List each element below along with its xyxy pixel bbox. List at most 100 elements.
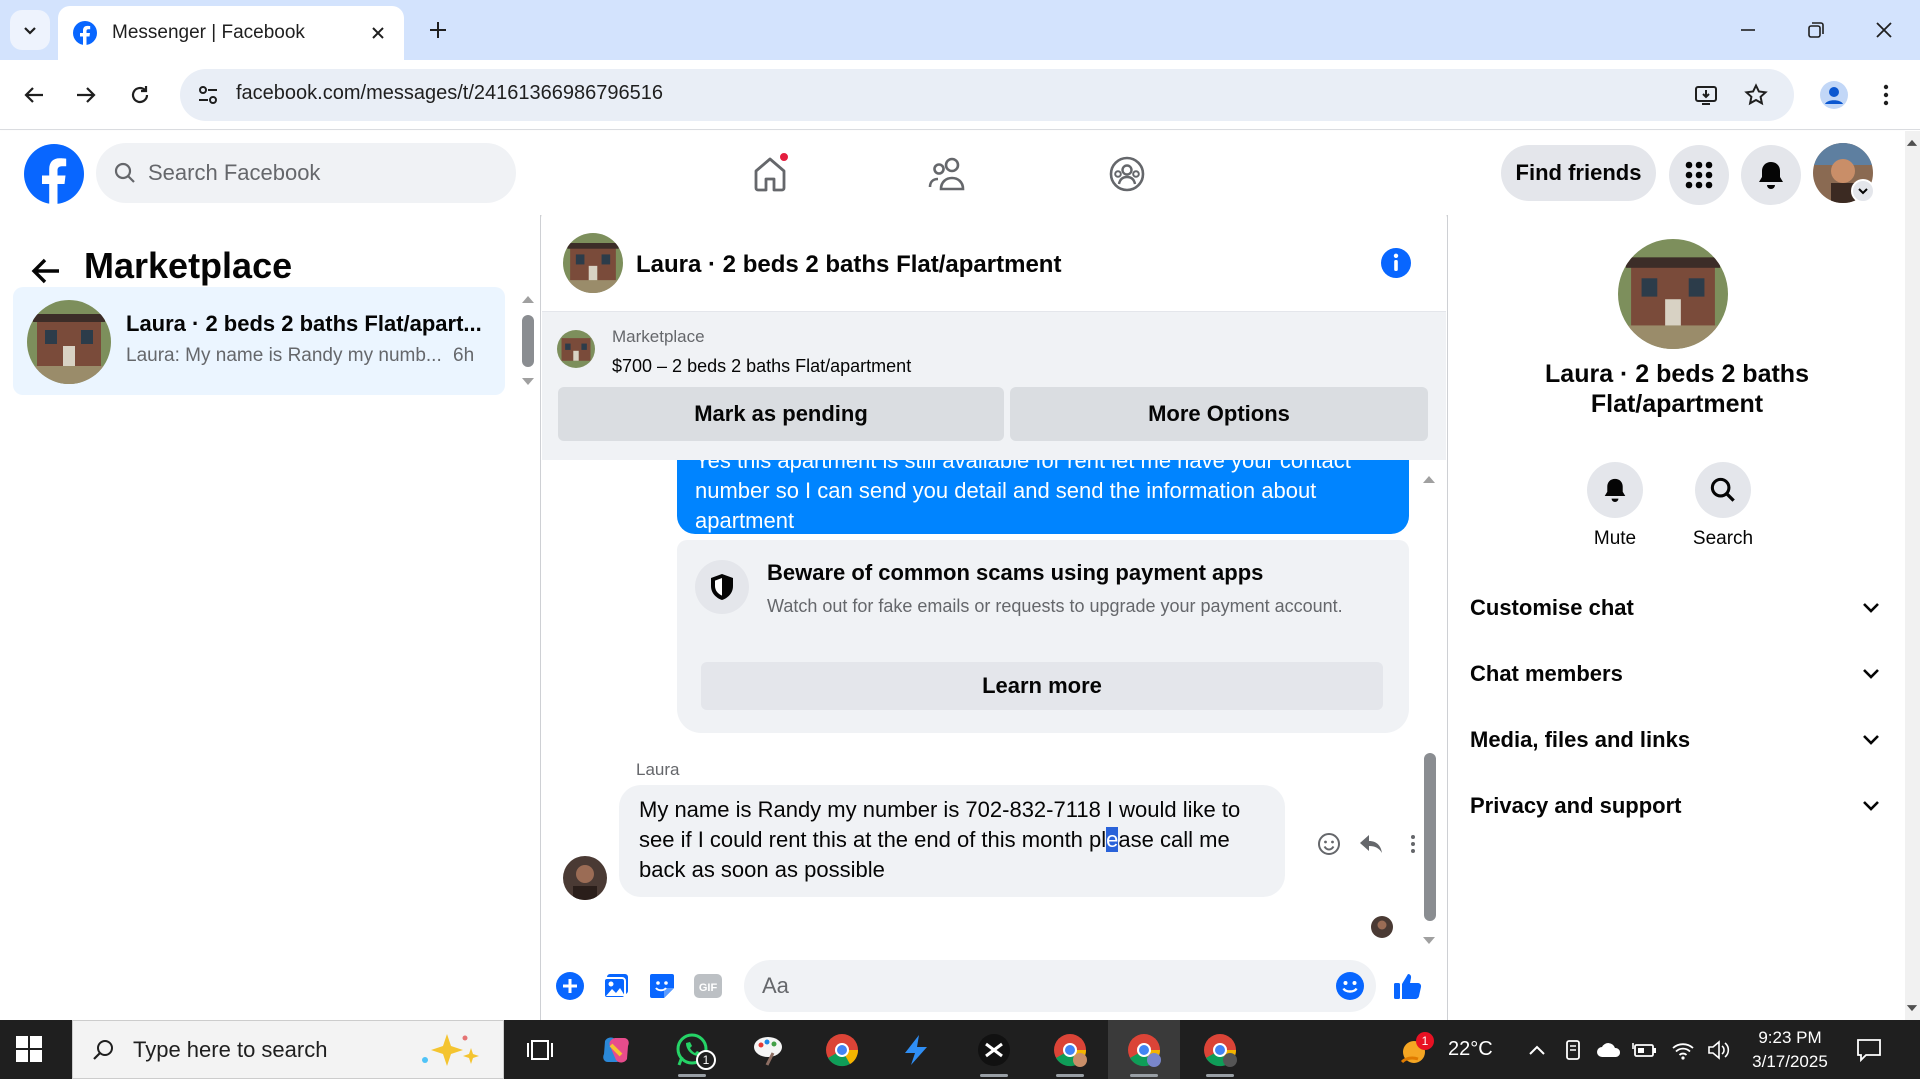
close-tab-icon[interactable]	[366, 21, 390, 45]
minimize-button[interactable]	[1720, 10, 1776, 50]
groups-icon	[1109, 156, 1145, 192]
page-scroll-down-arrow-icon[interactable]	[1906, 1004, 1918, 1013]
reply-button[interactable]	[1355, 828, 1387, 860]
details-avatar[interactable]	[1618, 239, 1728, 349]
more-vertical-icon	[1411, 835, 1415, 853]
chat-title[interactable]: Laura · 2 beds 2 baths Flat/apartment	[636, 251, 1061, 279]
emoji-icon[interactable]	[1332, 968, 1368, 1004]
account-caret-icon[interactable]	[1851, 179, 1875, 203]
facebook-logo-icon[interactable]	[23, 143, 85, 205]
more-options-button[interactable]: More Options	[1010, 387, 1428, 441]
like-thumbs-up-icon[interactable]	[1390, 968, 1426, 1004]
taskbar-chrome-profile-3[interactable]	[1184, 1020, 1256, 1079]
install-app-icon[interactable]	[1690, 79, 1722, 111]
notification-center-icon[interactable]	[1856, 1037, 1882, 1063]
profile-icon	[1820, 81, 1848, 109]
device-icon[interactable]	[1560, 1037, 1586, 1063]
chevron-down-icon	[1863, 735, 1879, 745]
gif-icon[interactable]: GIF	[690, 968, 726, 1004]
browser-menu-button[interactable]	[1866, 75, 1906, 115]
section-label: Chat members	[1470, 661, 1623, 686]
privacy-support-section[interactable]: Privacy and support	[1470, 786, 1880, 826]
react-button[interactable]	[1313, 828, 1345, 860]
windows-start-icon[interactable]	[14, 1034, 44, 1064]
site-info-icon[interactable]	[192, 79, 224, 111]
close-window-button[interactable]	[1856, 10, 1912, 50]
menu-button[interactable]	[1669, 145, 1729, 205]
task-view-icon	[527, 1039, 553, 1060]
taskbar-chrome[interactable]	[806, 1020, 878, 1079]
sidebar-scrollbar[interactable]	[522, 315, 534, 367]
back-button[interactable]	[14, 75, 54, 115]
listing-title[interactable]: $700 – 2 beds 2 baths Flat/apartment	[612, 356, 911, 377]
customise-chat-section[interactable]: Customise chat	[1470, 588, 1880, 628]
selected-text: e	[1106, 827, 1119, 852]
taskbar-search-box[interactable]: Type here to search	[72, 1020, 504, 1079]
onedrive-cloud-icon[interactable]	[1596, 1037, 1622, 1063]
attach-image-icon[interactable]	[598, 968, 634, 1004]
reload-button[interactable]	[120, 75, 160, 115]
facebook-search-input[interactable]: Search Facebook	[96, 143, 516, 203]
back-arrow-icon[interactable]	[28, 253, 64, 289]
weather-widget[interactable]: 1 22°C	[1396, 1020, 1493, 1079]
message-input[interactable]: Aa	[744, 960, 1376, 1012]
mute-button[interactable]: Mute	[1570, 462, 1660, 550]
taskbar-capcut[interactable]	[958, 1020, 1030, 1079]
task-view-button[interactable]	[504, 1020, 576, 1079]
chat-scrollbar[interactable]	[1424, 753, 1436, 921]
marketplace-sidebar: Marketplace Laura · 2 beds 2 baths Flat/…	[0, 215, 541, 1020]
tab-search-button[interactable]	[10, 10, 50, 50]
search-label: Search	[1692, 528, 1754, 549]
show-hidden-icons-chevron-up-icon[interactable]	[1524, 1037, 1550, 1063]
bookmark-star-icon[interactable]	[1740, 79, 1772, 111]
nav-home[interactable]	[740, 147, 800, 201]
address-bar[interactable]: facebook.com/messages/t/2416136698679651…	[180, 69, 1794, 121]
volume-icon[interactable]	[1706, 1037, 1732, 1063]
taskbar-chrome-profile-1[interactable]	[1034, 1020, 1106, 1079]
read-receipt-avatar	[1371, 916, 1393, 938]
learn-more-button[interactable]: Learn more	[701, 662, 1383, 710]
scroll-up-arrow-icon[interactable]	[521, 294, 535, 304]
search-in-chat-button[interactable]: Search	[1678, 462, 1768, 550]
plus-icon	[430, 22, 446, 38]
new-tab-button[interactable]	[422, 14, 454, 46]
scroll-down-arrow-icon[interactable]	[521, 377, 535, 387]
taskbar-clock[interactable]: 9:23 PM 3/17/2025	[1738, 1026, 1842, 1074]
capcut-icon	[978, 1033, 1010, 1066]
page-scrollbar-track[interactable]	[1905, 131, 1920, 1020]
listing-thumbnail[interactable]	[557, 330, 595, 368]
sender-avatar[interactable]	[563, 856, 607, 900]
page-scroll-up-arrow-icon[interactable]	[1906, 138, 1918, 147]
nav-friends[interactable]	[918, 147, 978, 201]
browser-tab-active[interactable]: Messenger | Facebook	[58, 6, 404, 60]
scam-warning-card: Beware of common scams using payment app…	[677, 540, 1409, 733]
sticker-icon[interactable]	[644, 968, 680, 1004]
more-actions-plus-icon[interactable]	[552, 968, 588, 1004]
chat-scroll-down-arrow-icon[interactable]	[1422, 936, 1436, 946]
forward-button[interactable]	[66, 75, 106, 115]
nav-groups[interactable]	[1097, 147, 1157, 201]
media-files-links-section[interactable]: Media, files and links	[1470, 720, 1880, 760]
taskbar-whatsapp[interactable]: 1	[656, 1020, 728, 1079]
taskbar-power-automate[interactable]	[880, 1020, 952, 1079]
outgoing-message[interactable]: Yes this apartment is still available fo…	[677, 460, 1409, 534]
taskbar-paint[interactable]	[732, 1020, 804, 1079]
clock-time: 9:23 PM	[1758, 1028, 1822, 1047]
restore-button[interactable]	[1788, 10, 1844, 50]
chat-avatar[interactable]	[563, 233, 623, 293]
taskbar-chrome-profile-2[interactable]	[1108, 1020, 1180, 1079]
battery-icon[interactable]	[1632, 1037, 1658, 1063]
chat-members-section[interactable]: Chat members	[1470, 654, 1880, 694]
conversation-item[interactable]: Laura · 2 beds 2 baths Flat/apart... Lau…	[13, 287, 505, 395]
profile-button[interactable]	[1814, 75, 1854, 115]
find-friends-button[interactable]: Find friends	[1501, 145, 1656, 201]
taskbar-copilot[interactable]	[580, 1020, 652, 1079]
section-label: Customise chat	[1470, 595, 1634, 620]
search-icon	[114, 162, 135, 183]
wifi-icon[interactable]	[1670, 1037, 1696, 1063]
incoming-message[interactable]: My name is Randy my number is 702-832-71…	[619, 785, 1285, 897]
chat-scroll-up-arrow-icon[interactable]	[1422, 474, 1436, 484]
notifications-button[interactable]	[1741, 145, 1801, 205]
info-icon[interactable]	[1380, 247, 1412, 279]
mark-as-pending-button[interactable]: Mark as pending	[558, 387, 1004, 441]
